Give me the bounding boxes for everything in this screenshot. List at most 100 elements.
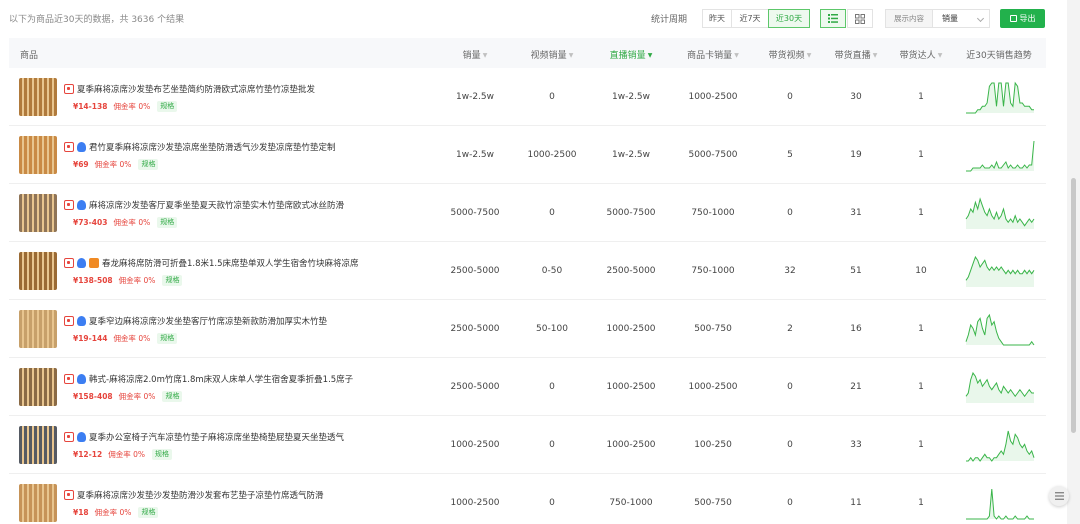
cell-card-sales: 5000-7500: [688, 150, 738, 160]
product-thumbnail[interactable]: [19, 78, 57, 116]
cell-live-sales: 1000-2500: [606, 324, 656, 334]
product-thumbnail[interactable]: [19, 426, 57, 464]
export-button[interactable]: 导出: [1000, 9, 1045, 28]
spec-tag[interactable]: 规格: [138, 159, 159, 170]
cell-lives: 19: [850, 150, 862, 160]
display-content-select[interactable]: 销量: [933, 9, 990, 28]
cell-card-sales: 1000-2500: [688, 382, 738, 392]
product-title-line[interactable]: 夏季麻将凉席沙发垫沙发垫防滑沙发套布艺垫子凉垫竹席透气防滑: [64, 489, 324, 501]
product-price: ¥14-138: [73, 102, 108, 111]
spec-tag[interactable]: 规格: [162, 275, 183, 286]
period-label: 统计周期: [651, 15, 688, 25]
column-lives[interactable]: 带货直播 ▼: [835, 48, 878, 61]
column-card-sales[interactable]: 商品卡销量 ▼: [687, 48, 739, 61]
cell-live-sales: 1w-2.5w: [611, 92, 651, 102]
table-row[interactable]: 夏季办公室椅子汽车凉垫竹垫子麻将凉席坐垫椅垫屁垫夏天坐垫透气 ¥12-12 佣金率 …: [9, 416, 1046, 474]
list-view-button[interactable]: [820, 9, 846, 28]
sort-icon: ▼: [872, 52, 878, 59]
product-title[interactable]: 韩式-麻将凉席2.0m竹席1.8m床双人床单人学生宿舍夏季折叠1.5席子: [89, 373, 353, 385]
product-title-line[interactable]: 夏季麻将凉席沙发垫布艺坐垫简约防滑欧式凉席竹垫竹凉垫批发: [64, 83, 315, 95]
table-row[interactable]: 夏季麻将凉席沙发垫沙发垫防滑沙发套布艺垫子凉垫竹席透气防滑 ¥18 佣金率 0% 规格…: [9, 474, 1046, 524]
table-row[interactable]: 夏季麻将凉席沙发垫布艺坐垫简约防滑欧式凉席竹垫竹凉垫批发 ¥14-138 佣金率 0…: [9, 68, 1046, 126]
column-live-sales[interactable]: 直播销量 ▼: [610, 48, 653, 61]
product-thumbnail[interactable]: [19, 310, 57, 348]
product-meta: ¥73-403 佣金率 0% 规格: [73, 217, 178, 228]
product-thumbnail[interactable]: [19, 252, 57, 290]
period-7days-button[interactable]: 近7天: [731, 9, 769, 28]
cell-video-sales: 0-50: [541, 266, 563, 276]
cell-video-sales: 50-100: [536, 324, 568, 334]
cell-influencers: 10: [915, 266, 927, 276]
display-content-value: 销量: [942, 14, 958, 23]
product-title-line[interactable]: 夏季办公室椅子汽车凉垫竹垫子麻将凉席坐垫椅垫屁垫夏天坐垫透气: [64, 431, 344, 443]
product-title-line[interactable]: 春龙麻将席防滑可折叠1.8米1.5床席垫单双人学生宿舍竹块麻将凉席: [64, 257, 359, 269]
product-title[interactable]: 夏季窄边麻将凉席沙发坐垫客厅竹席凉垫新款防滑加厚实木竹垫: [89, 315, 327, 327]
product-thumbnail[interactable]: [19, 194, 57, 232]
product-meta: ¥19-144 佣金率 0% 规格: [73, 333, 178, 344]
cell-influencers: 1: [918, 208, 924, 218]
export-icon: [1009, 15, 1017, 22]
commission-rate: 佣金率 0%: [113, 334, 151, 343]
spec-tag[interactable]: 规格: [157, 217, 178, 228]
product-title[interactable]: 夏季办公室椅子汽车凉垫竹垫子麻将凉席坐垫椅垫屁垫夏天坐垫透气: [89, 431, 344, 443]
product-meta: ¥158-408 佣金率 0% 规格: [73, 391, 183, 402]
sort-icon: ▼: [806, 52, 812, 59]
product-thumbnail[interactable]: [19, 368, 57, 406]
table-row[interactable]: 韩式-麻将凉席2.0m竹席1.8m床双人床单人学生宿舍夏季折叠1.5席子 ¥158…: [9, 358, 1046, 416]
sparkline-line: [966, 140, 1035, 172]
product-thumbnail[interactable]: [19, 136, 57, 174]
product-title-line[interactable]: 君竹夏季麻将凉席沙发垫凉席坐垫防滑透气沙发垫凉席垫竹垫定制: [64, 141, 336, 153]
table-row[interactable]: 春龙麻将席防滑可折叠1.8米1.5床席垫单双人学生宿舍竹块麻将凉席 ¥138-50…: [9, 242, 1046, 300]
product-price: ¥138-508: [73, 276, 113, 285]
product-title-line[interactable]: 夏季窄边麻将凉席沙发坐垫客厅竹席凉垫新款防滑加厚实木竹垫: [64, 315, 327, 327]
commission-rate: 佣金率 0%: [113, 218, 151, 227]
cell-video-sales: 0: [549, 208, 555, 218]
spec-tag[interactable]: 规格: [138, 507, 159, 518]
product-title-line[interactable]: 麻将凉席沙发垫客厅夏季坐垫夏天款竹凉垫实木竹垫席欧式冰丝防滑: [64, 199, 344, 211]
product-title[interactable]: 君竹夏季麻将凉席沙发垫凉席坐垫防滑透气沙发垫凉席垫竹垫定制: [89, 141, 336, 153]
sales-trend-sparkline: [966, 140, 1035, 172]
table-row[interactable]: 麻将凉席沙发垫客厅夏季坐垫夏天款竹凉垫实木竹垫席欧式冰丝防滑 ¥73-403 佣金率…: [9, 184, 1046, 242]
table-row[interactable]: 夏季窄边麻将凉席沙发坐垫客厅竹席凉垫新款防滑加厚实木竹垫 ¥19-144 佣金率 0…: [9, 300, 1046, 358]
column-influencers[interactable]: 带货达人 ▼: [900, 48, 943, 61]
product-title[interactable]: 麻将凉席沙发垫客厅夏季坐垫夏天款竹凉垫实木竹垫席欧式冰丝防滑: [89, 199, 344, 211]
column-sales[interactable]: 销量 ▼: [463, 48, 488, 61]
cell-live-sales: 5000-7500: [606, 208, 656, 218]
spec-tag[interactable]: 规格: [152, 449, 173, 460]
spec-tag[interactable]: 规格: [157, 101, 178, 112]
period-yesterday-button[interactable]: 昨天: [702, 9, 732, 28]
product-meta: ¥69 佣金率 0% 规格: [73, 159, 159, 170]
product-title[interactable]: 春龙麻将席防滑可折叠1.8米1.5床席垫单双人学生宿舍竹块麻将凉席: [102, 257, 359, 269]
scrollbar-thumb[interactable]: [1071, 178, 1076, 433]
column-videos-label: 带货视频: [768, 51, 805, 61]
douyin-badge-icon: [64, 258, 74, 268]
table-row[interactable]: 君竹夏季麻将凉席沙发垫凉席坐垫防滑透气沙发垫凉席垫竹垫定制 ¥69 佣金率 0% 规格…: [9, 126, 1046, 184]
column-videos[interactable]: 带货视频 ▼: [769, 48, 812, 61]
commission-rate: 佣金率 0%: [113, 102, 151, 111]
product-title[interactable]: 夏季麻将凉席沙发垫沙发垫防滑沙发套布艺垫子凉垫竹席透气防滑: [77, 489, 324, 501]
sales-trend-sparkline: [965, 255, 1035, 287]
sales-trend-sparkline: [966, 488, 1034, 520]
product-price: ¥19-144: [73, 334, 108, 343]
menu-icon: [1054, 492, 1064, 500]
cell-live-sales: 1000-2500: [606, 382, 656, 392]
column-video-sales[interactable]: 视频销量 ▼: [531, 48, 574, 61]
column-lives-label: 带货直播: [834, 51, 871, 61]
cell-live-sales: 2500-5000: [606, 266, 656, 276]
sales-trend-sparkline: [965, 197, 1035, 229]
cell-video-sales: 0: [549, 440, 555, 450]
scrollbar[interactable]: [1067, 0, 1080, 524]
spec-tag[interactable]: 规格: [162, 391, 183, 402]
product-thumbnail[interactable]: [19, 484, 57, 522]
grid-view-button[interactable]: [847, 9, 873, 28]
product-meta: ¥14-138 佣金率 0% 规格: [73, 101, 178, 112]
cell-card-sales: 500-750: [694, 324, 732, 334]
sort-icon: ▼: [568, 52, 574, 59]
product-title-line[interactable]: 韩式-麻将凉席2.0m竹席1.8m床双人床单人学生宿舍夏季折叠1.5席子: [64, 373, 353, 385]
period-30days-button[interactable]: 近30天: [768, 9, 810, 28]
sparkline-line: [966, 488, 1034, 520]
cell-video-sales: 0: [549, 382, 555, 392]
spec-tag[interactable]: 规格: [157, 333, 178, 344]
floating-menu-button[interactable]: [1049, 486, 1069, 506]
product-title[interactable]: 夏季麻将凉席沙发垫布艺坐垫简约防滑欧式凉席竹垫竹凉垫批发: [77, 83, 315, 95]
